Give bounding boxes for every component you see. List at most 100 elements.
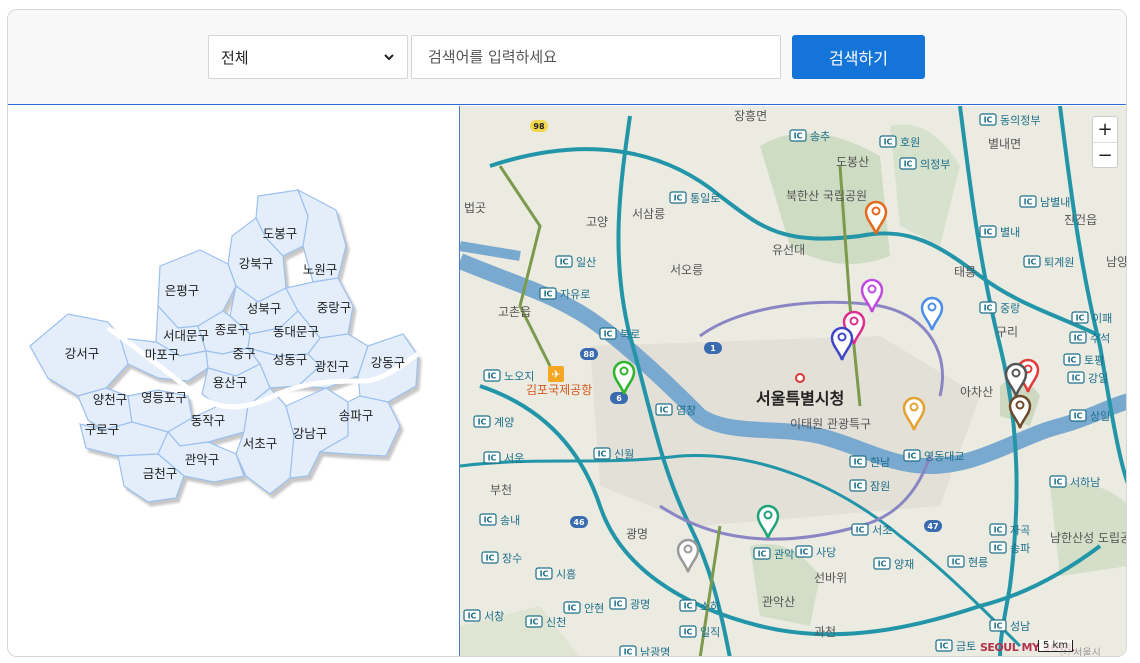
ic-badge: IC 서하남: [1049, 475, 1100, 489]
district-label: 영등포구: [141, 390, 187, 405]
svg-text:IC: IC: [854, 458, 863, 467]
svg-text:IC: IC: [1068, 356, 1077, 365]
ic-badge: IC 소하: [679, 599, 720, 613]
zoom-control: + −: [1092, 116, 1118, 168]
area-label: 북한산 국립공원: [786, 189, 867, 203]
route-number: 1: [710, 344, 716, 353]
area-label: 별내면: [988, 137, 1021, 151]
ic-name: 일직: [700, 625, 720, 639]
ic-name: 송내: [500, 514, 520, 527]
district-label: 양천구: [93, 392, 128, 407]
zoom-out-button[interactable]: −: [1093, 142, 1117, 167]
ic-badge: IC 양재: [873, 557, 914, 571]
ic-badge: IC 호원: [879, 135, 920, 149]
ic-badge: IC 별내: [979, 225, 1020, 239]
ic-name: 서하남: [1070, 475, 1100, 489]
svg-text:IC: IC: [908, 452, 917, 461]
area-label: 부천: [490, 482, 512, 497]
district-label: 은평구: [165, 283, 200, 298]
ic-name: 한남: [870, 456, 890, 469]
ic-badge: IC 염창: [655, 403, 696, 417]
ic-badge: IC 서초: [851, 523, 892, 537]
ic-badge: IC 송추: [789, 129, 830, 143]
area-label: 도봉산: [836, 155, 869, 169]
svg-text:IC: IC: [530, 618, 539, 627]
ic-name: 남별내: [1040, 196, 1070, 209]
mountain-area: [1050, 483, 1126, 576]
app-frame: 전체 검색하기: [7, 9, 1127, 657]
svg-text:IC: IC: [856, 526, 865, 535]
route-number: 6: [616, 394, 622, 403]
svg-text:IC: IC: [674, 194, 683, 203]
search-button[interactable]: 검색하기: [792, 35, 925, 79]
ic-badge: IC 시흥: [535, 567, 576, 581]
ic-name: 소하: [700, 599, 720, 613]
area-label: 과천: [814, 624, 836, 639]
ic-name: 영동대교: [924, 450, 964, 463]
area-label: 관악산: [762, 595, 795, 609]
category-select[interactable]: 전체: [208, 35, 408, 79]
area-label: 고양: [586, 215, 608, 229]
ic-name: 통일로: [690, 191, 720, 205]
ic-badge: IC 송내: [479, 513, 520, 527]
ic-badge: IC 금토: [935, 639, 976, 653]
chevron-down-icon: [384, 54, 394, 61]
svg-text:IC: IC: [1072, 374, 1081, 383]
ic-badge: IC 성남: [989, 619, 1030, 633]
district-label: 성동구: [273, 352, 308, 367]
svg-text:IC: IC: [758, 550, 767, 559]
svg-text:IC: IC: [878, 560, 887, 569]
category-select-value: 전체: [221, 48, 249, 67]
ic-badge: IC 강일: [1067, 371, 1108, 385]
ic-name: 호원: [900, 136, 920, 149]
ic-badge: IC 사당: [795, 545, 836, 559]
ic-badge: IC 토평: [1063, 353, 1104, 367]
ic-name: 금토: [956, 640, 976, 653]
route-number: 88: [583, 350, 595, 359]
ic-name: 동의정부: [1000, 114, 1040, 127]
map-view[interactable]: 고양 서삼릉 서오릉 유선대 도봉산 태릉 구리 아차산 이태원 관광특구 광명…: [459, 106, 1127, 657]
ic-name: 수석: [1090, 332, 1110, 345]
ic-name: 관악: [774, 548, 794, 561]
area-label: 선바위: [814, 571, 847, 585]
svg-text:IC: IC: [904, 160, 913, 169]
district-label: 금천구: [143, 466, 178, 481]
map-canvas[interactable]: 고양 서삼릉 서오릉 유선대 도봉산 태릉 구리 아차산 이태원 관광특구 광명…: [460, 106, 1127, 657]
ic-badge: IC 북로: [599, 327, 640, 341]
svg-text:IC: IC: [478, 418, 487, 427]
area-label: 아차산: [960, 385, 993, 399]
district-label: 마포구: [145, 347, 180, 362]
ic-name: 별내: [1000, 226, 1020, 239]
ic-badge: IC 계양: [473, 415, 514, 429]
ic-badge: IC 서창: [463, 609, 504, 623]
ic-badge: IC 상일: [1069, 409, 1110, 423]
route-number-badge: 46: [570, 516, 588, 528]
area-label: 남한산성 도립공원: [1050, 531, 1127, 545]
ic-name: 시흥: [556, 567, 576, 581]
svg-text:IC: IC: [984, 228, 993, 237]
route-number-badge: 1: [704, 342, 722, 354]
ic-name: 신월: [614, 448, 634, 461]
ic-name: 양재: [894, 558, 914, 571]
zoom-in-button[interactable]: +: [1093, 117, 1117, 142]
ic-badge: IC 자곡: [989, 523, 1030, 537]
svg-text:IC: IC: [624, 648, 633, 657]
district-label: 중랑구: [317, 300, 352, 315]
ic-name: 서창: [484, 610, 504, 623]
ic-badge: IC 관악: [753, 547, 794, 561]
ic-name: 의정부: [920, 158, 950, 171]
ic-name: 광명: [630, 598, 650, 611]
area-label: 서오릉: [670, 263, 703, 277]
district-map-svg: 도봉구 노원구 강북구 은평구 성북구 중랑구 서대문구 종로구 동대문구 마포…: [29, 188, 420, 503]
ic-name: 남광명: [640, 646, 670, 657]
ic-name: 자유로: [560, 288, 590, 301]
ic-name: 염창: [676, 404, 696, 417]
district-label: 도봉구: [263, 226, 298, 241]
city-hall-label: 서울특별시청: [756, 389, 844, 408]
district-label: 강동구: [371, 355, 406, 370]
area-label: 진건읍: [1064, 213, 1097, 227]
ic-badge: IC 통일로: [669, 191, 720, 205]
route-number: 47: [927, 522, 938, 531]
svg-text:IC: IC: [1074, 412, 1083, 421]
search-input[interactable]: [411, 35, 781, 79]
